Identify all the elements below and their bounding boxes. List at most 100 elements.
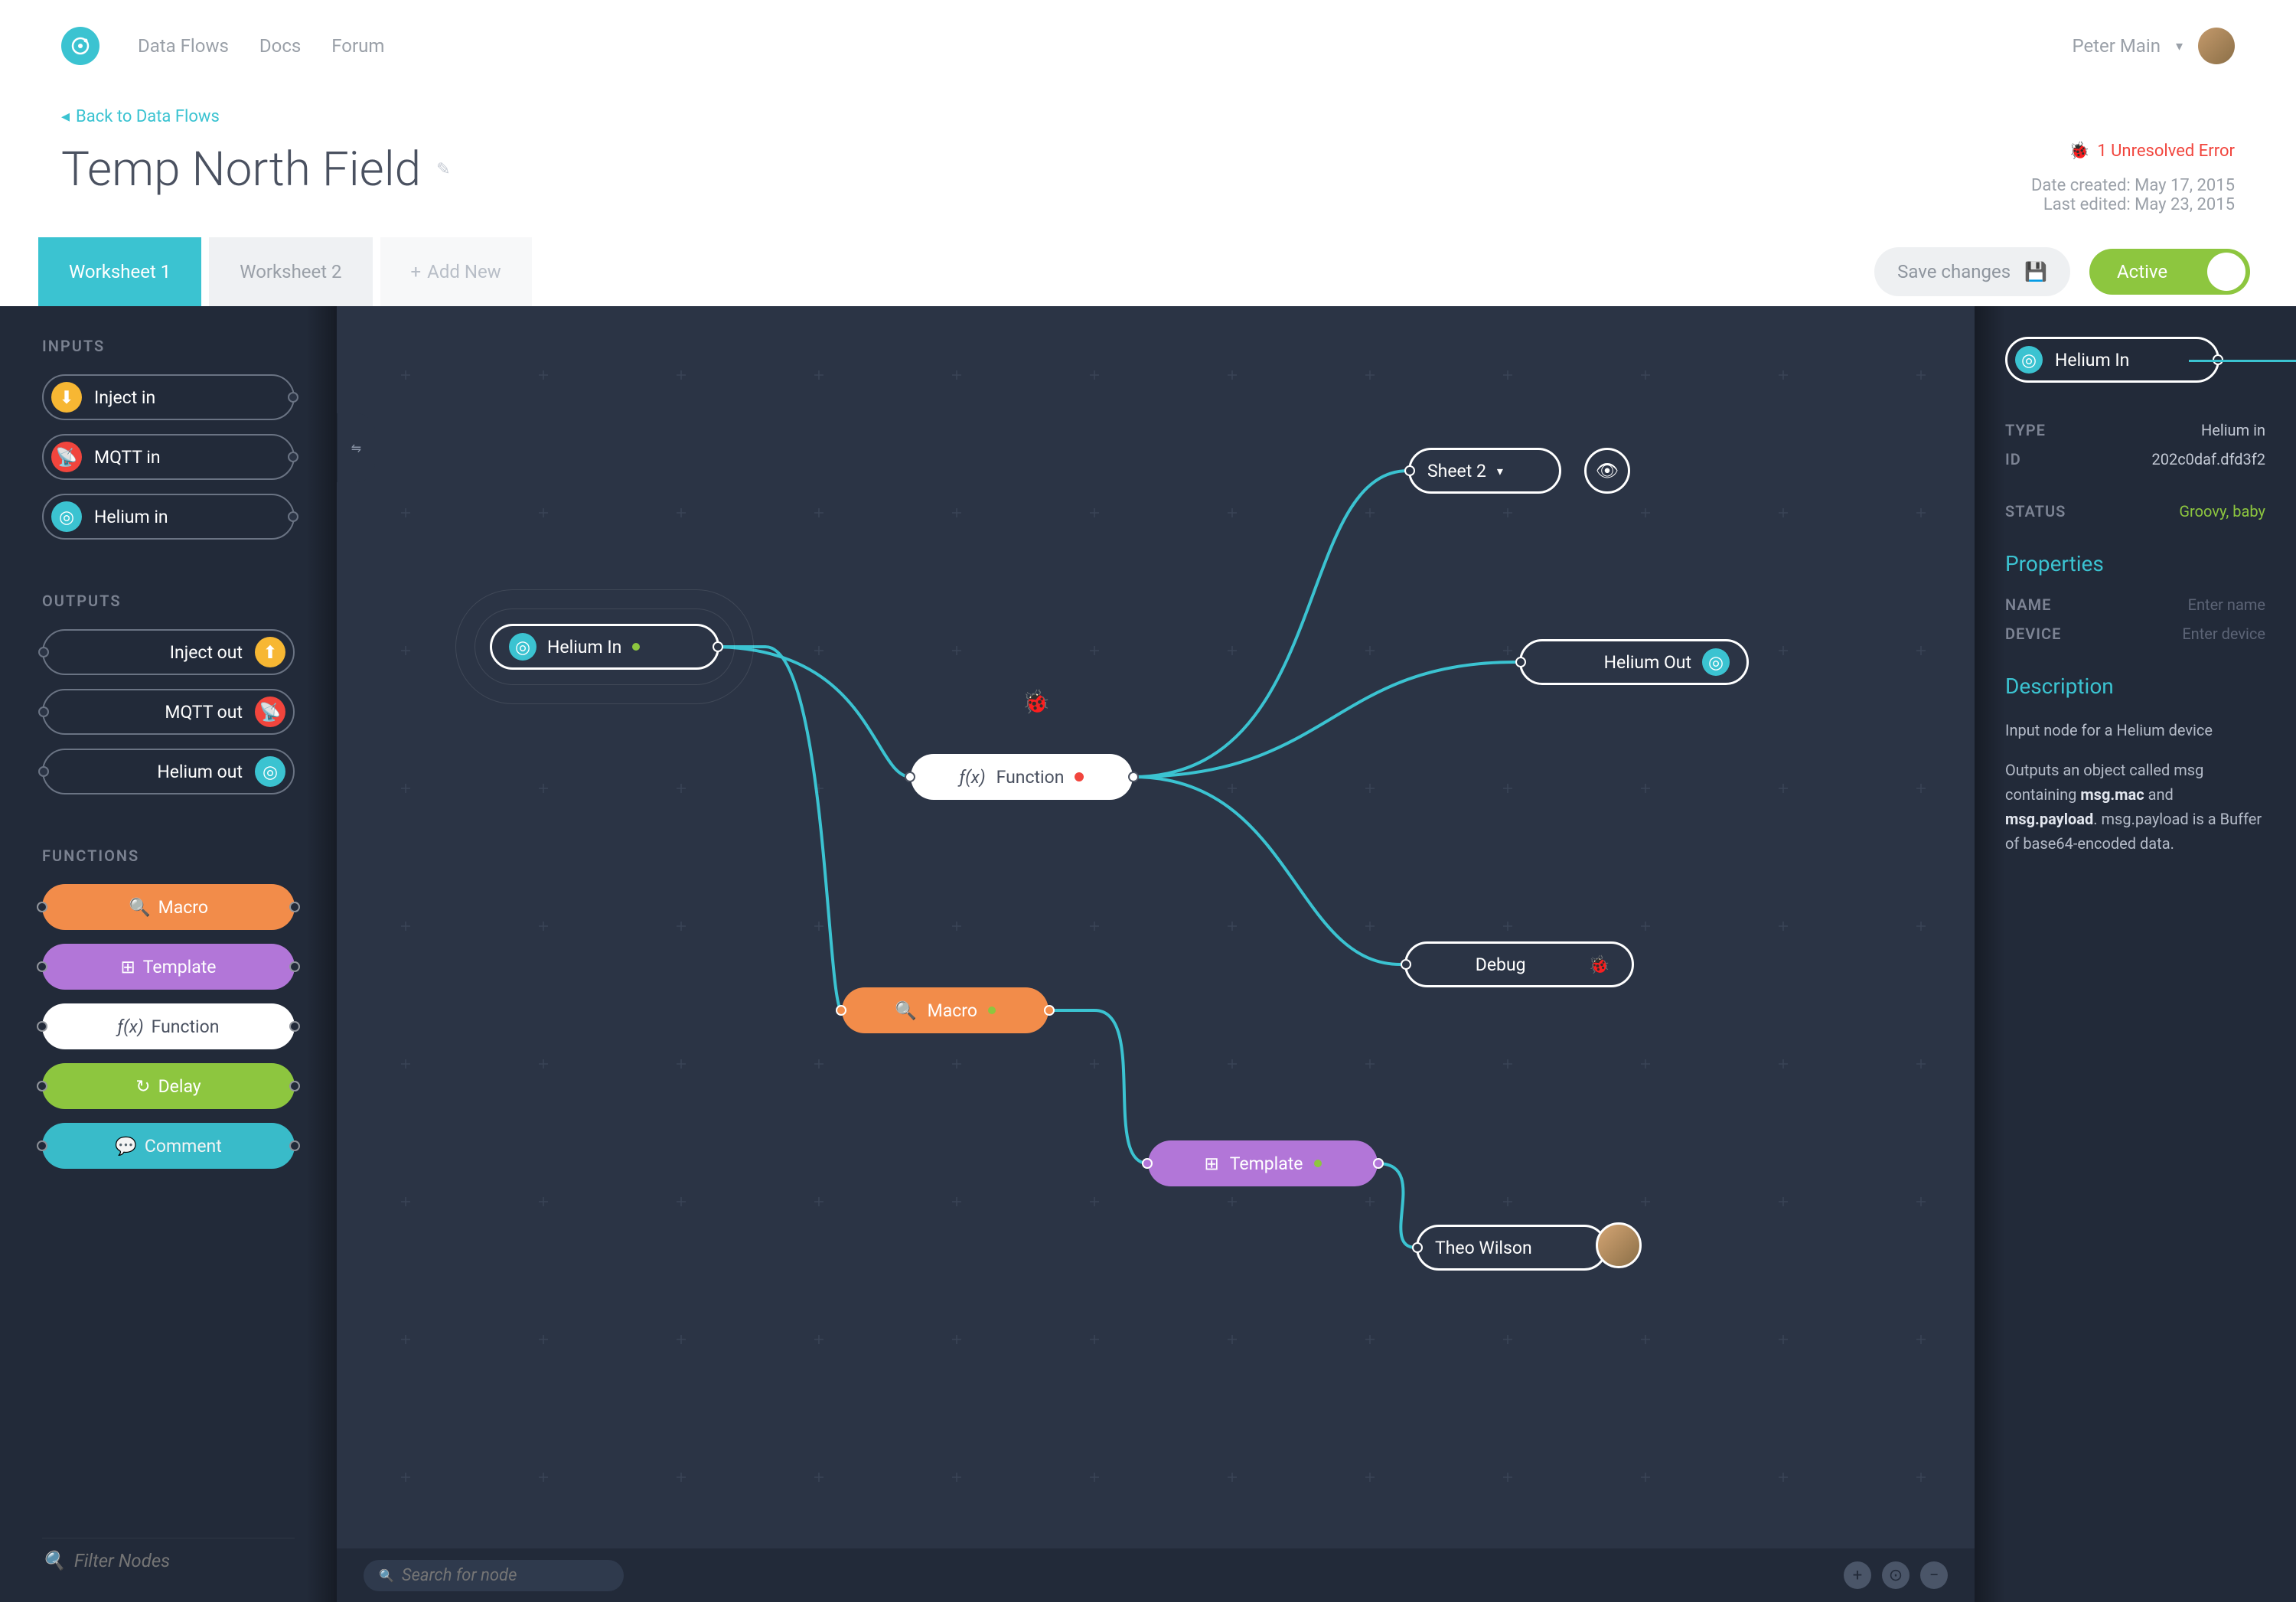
node-debug[interactable]: Debug 🐞: [1404, 941, 1634, 987]
palette-comment[interactable]: 💬Comment: [42, 1123, 295, 1169]
bug-icon: 🐞: [2069, 142, 2089, 161]
helium-icon: ◎: [51, 501, 82, 532]
palette-delay[interactable]: ↻Delay: [42, 1063, 295, 1109]
palette-filter[interactable]: 🔍: [42, 1538, 295, 1571]
mqtt-out-icon: 📡: [255, 697, 285, 727]
canvas-grid: [337, 306, 1975, 1602]
refresh-icon: ↻: [135, 1076, 150, 1097]
back-link[interactable]: ◂Back to Data Flows: [61, 107, 2235, 126]
caret-left-icon: ◂: [61, 107, 70, 126]
type-value: Helium in: [2201, 421, 2265, 439]
nav-docs[interactable]: Docs: [259, 35, 301, 57]
comment-icon: 💬: [115, 1136, 137, 1157]
palette-mqtt-out[interactable]: MQTT out📡: [42, 689, 295, 735]
tab-worksheet-1[interactable]: Worksheet 1: [38, 237, 201, 306]
connector-line: [2189, 360, 2296, 362]
zoom-fit-button[interactable]: ⊙: [1882, 1561, 1910, 1589]
status-dot-icon: [632, 643, 640, 651]
node-user-theo[interactable]: Theo Wilson: [1416, 1225, 1607, 1271]
mqtt-icon: 📡: [51, 442, 82, 472]
node-macro[interactable]: 🔍 Macro: [842, 987, 1049, 1033]
user-menu-caret-icon[interactable]: ▾: [2176, 38, 2183, 54]
description-line-1: Input node for a Helium device: [2005, 718, 2265, 742]
zoom-in-button[interactable]: +: [1844, 1561, 1871, 1589]
palette-filter-input[interactable]: [74, 1550, 312, 1571]
name-label: NAME: [2005, 595, 2051, 614]
functions-section-label: FUNCTIONS: [42, 847, 295, 865]
status-label: STATUS: [2005, 502, 2066, 520]
node-function[interactable]: ƒ(x) Function: [911, 754, 1133, 800]
device-input[interactable]: Enter device: [2182, 625, 2265, 643]
node-helium-out[interactable]: Helium Out ◎: [1519, 639, 1749, 685]
tab-worksheet-2[interactable]: Worksheet 2: [209, 237, 372, 306]
status-dot-icon: [1314, 1160, 1322, 1167]
helium-icon: ◎: [2015, 346, 2043, 374]
search-icon: 🔍: [42, 1550, 65, 1571]
user-avatar-theo: [1596, 1222, 1642, 1268]
search-icon: 🔍: [895, 1000, 917, 1021]
helium-icon: ◎: [509, 633, 536, 661]
palette-function[interactable]: ƒ(x)Function: [42, 1003, 295, 1049]
inject-icon: ⬇: [51, 382, 82, 413]
node-sheet2[interactable]: Sheet 2 ▾: [1408, 448, 1561, 494]
status-value: Groovy, baby: [2179, 502, 2265, 520]
node-search-input[interactable]: [402, 1566, 615, 1585]
outputs-section-label: OUTPUTS: [42, 592, 295, 610]
inspector-panel: i 🐞 ◎ Helium In TYPEHelium in ID202c0daf…: [1975, 306, 2296, 1602]
unresolved-error-badge[interactable]: 🐞 1 Unresolved Error: [2031, 142, 2235, 161]
preview-eye-button[interactable]: 👁: [1584, 448, 1630, 494]
user-name-label: Peter Main: [2072, 35, 2160, 57]
cube-icon: ⊞: [121, 957, 135, 977]
node-palette: INPUTS ⬇Inject in 📡MQTT in ◎Helium in OU…: [0, 306, 337, 1602]
date-edited: Last edited: May 23, 2015: [2031, 195, 2235, 214]
palette-helium-in[interactable]: ◎Helium in: [42, 494, 295, 540]
id-value: 202c0daf.dfd3f2: [2151, 450, 2265, 468]
save-icon: 💾: [2024, 261, 2047, 282]
edit-title-icon[interactable]: ✎: [436, 160, 450, 179]
name-input[interactable]: Enter name: [2188, 595, 2265, 614]
palette-template[interactable]: ⊞Template: [42, 944, 295, 990]
flow-canvas[interactable]: ◎ Helium In 🐞 ƒ(x) Function Sheet 2 ▾ 👁 …: [337, 306, 1975, 1602]
device-label: DEVICE: [2005, 625, 2061, 643]
palette-mqtt-in[interactable]: 📡MQTT in: [42, 434, 295, 480]
active-toggle[interactable]: Active: [2089, 249, 2250, 295]
helium-icon: ◎: [1702, 648, 1730, 676]
zoom-out-button[interactable]: −: [1920, 1561, 1948, 1589]
helium-out-icon: ◎: [255, 756, 285, 787]
palette-helium-out[interactable]: Helium out◎: [42, 749, 295, 794]
search-icon: 🔍: [379, 1568, 394, 1583]
selected-node-chip: ◎ Helium In: [2005, 337, 2219, 383]
save-changes-button[interactable]: Save changes 💾: [1874, 247, 2070, 296]
date-created: Date created: May 17, 2015: [2031, 176, 2235, 195]
palette-inject-in[interactable]: ⬇Inject in: [42, 374, 295, 420]
node-helium-in[interactable]: ◎ Helium In: [490, 624, 719, 670]
fx-icon: ƒ(x): [960, 767, 986, 788]
toggle-knob: [2207, 253, 2245, 291]
type-label: TYPE: [2005, 421, 2046, 439]
search-icon: 🔍: [129, 897, 151, 918]
node-template[interactable]: ⊞ Template: [1148, 1140, 1378, 1186]
palette-inject-out[interactable]: Inject out⬆: [42, 629, 295, 675]
inputs-section-label: INPUTS: [42, 337, 295, 355]
status-dot-icon: [988, 1007, 996, 1014]
nav-dataflows[interactable]: Data Flows: [138, 35, 229, 57]
page-title: Temp North Field: [61, 142, 421, 197]
cube-icon: ⊞: [1205, 1153, 1219, 1174]
fx-icon: ƒ(x): [118, 1016, 144, 1037]
status-dot-icon: [1075, 772, 1084, 781]
properties-heading: Properties: [2005, 551, 2265, 576]
bug-icon: 🐞: [1022, 689, 1050, 716]
app-logo[interactable]: [61, 27, 99, 65]
description-heading: Description: [2005, 674, 2265, 699]
node-search[interactable]: 🔍: [364, 1560, 624, 1591]
palette-macro[interactable]: 🔍Macro: [42, 884, 295, 930]
inject-out-icon: ⬆: [255, 637, 285, 667]
user-avatar[interactable]: [2198, 28, 2235, 64]
canvas-toolbar: 🔍 + ⊙ −: [337, 1548, 1975, 1602]
description-line-2: Outputs an object called msg containing …: [2005, 758, 2265, 856]
tab-add-new[interactable]: +Add New: [380, 237, 532, 306]
nav-forum[interactable]: Forum: [331, 35, 384, 57]
id-label: ID: [2005, 450, 2021, 468]
caret-down-icon: ▾: [1497, 464, 1503, 478]
bug-icon: 🐞: [1588, 954, 1610, 975]
